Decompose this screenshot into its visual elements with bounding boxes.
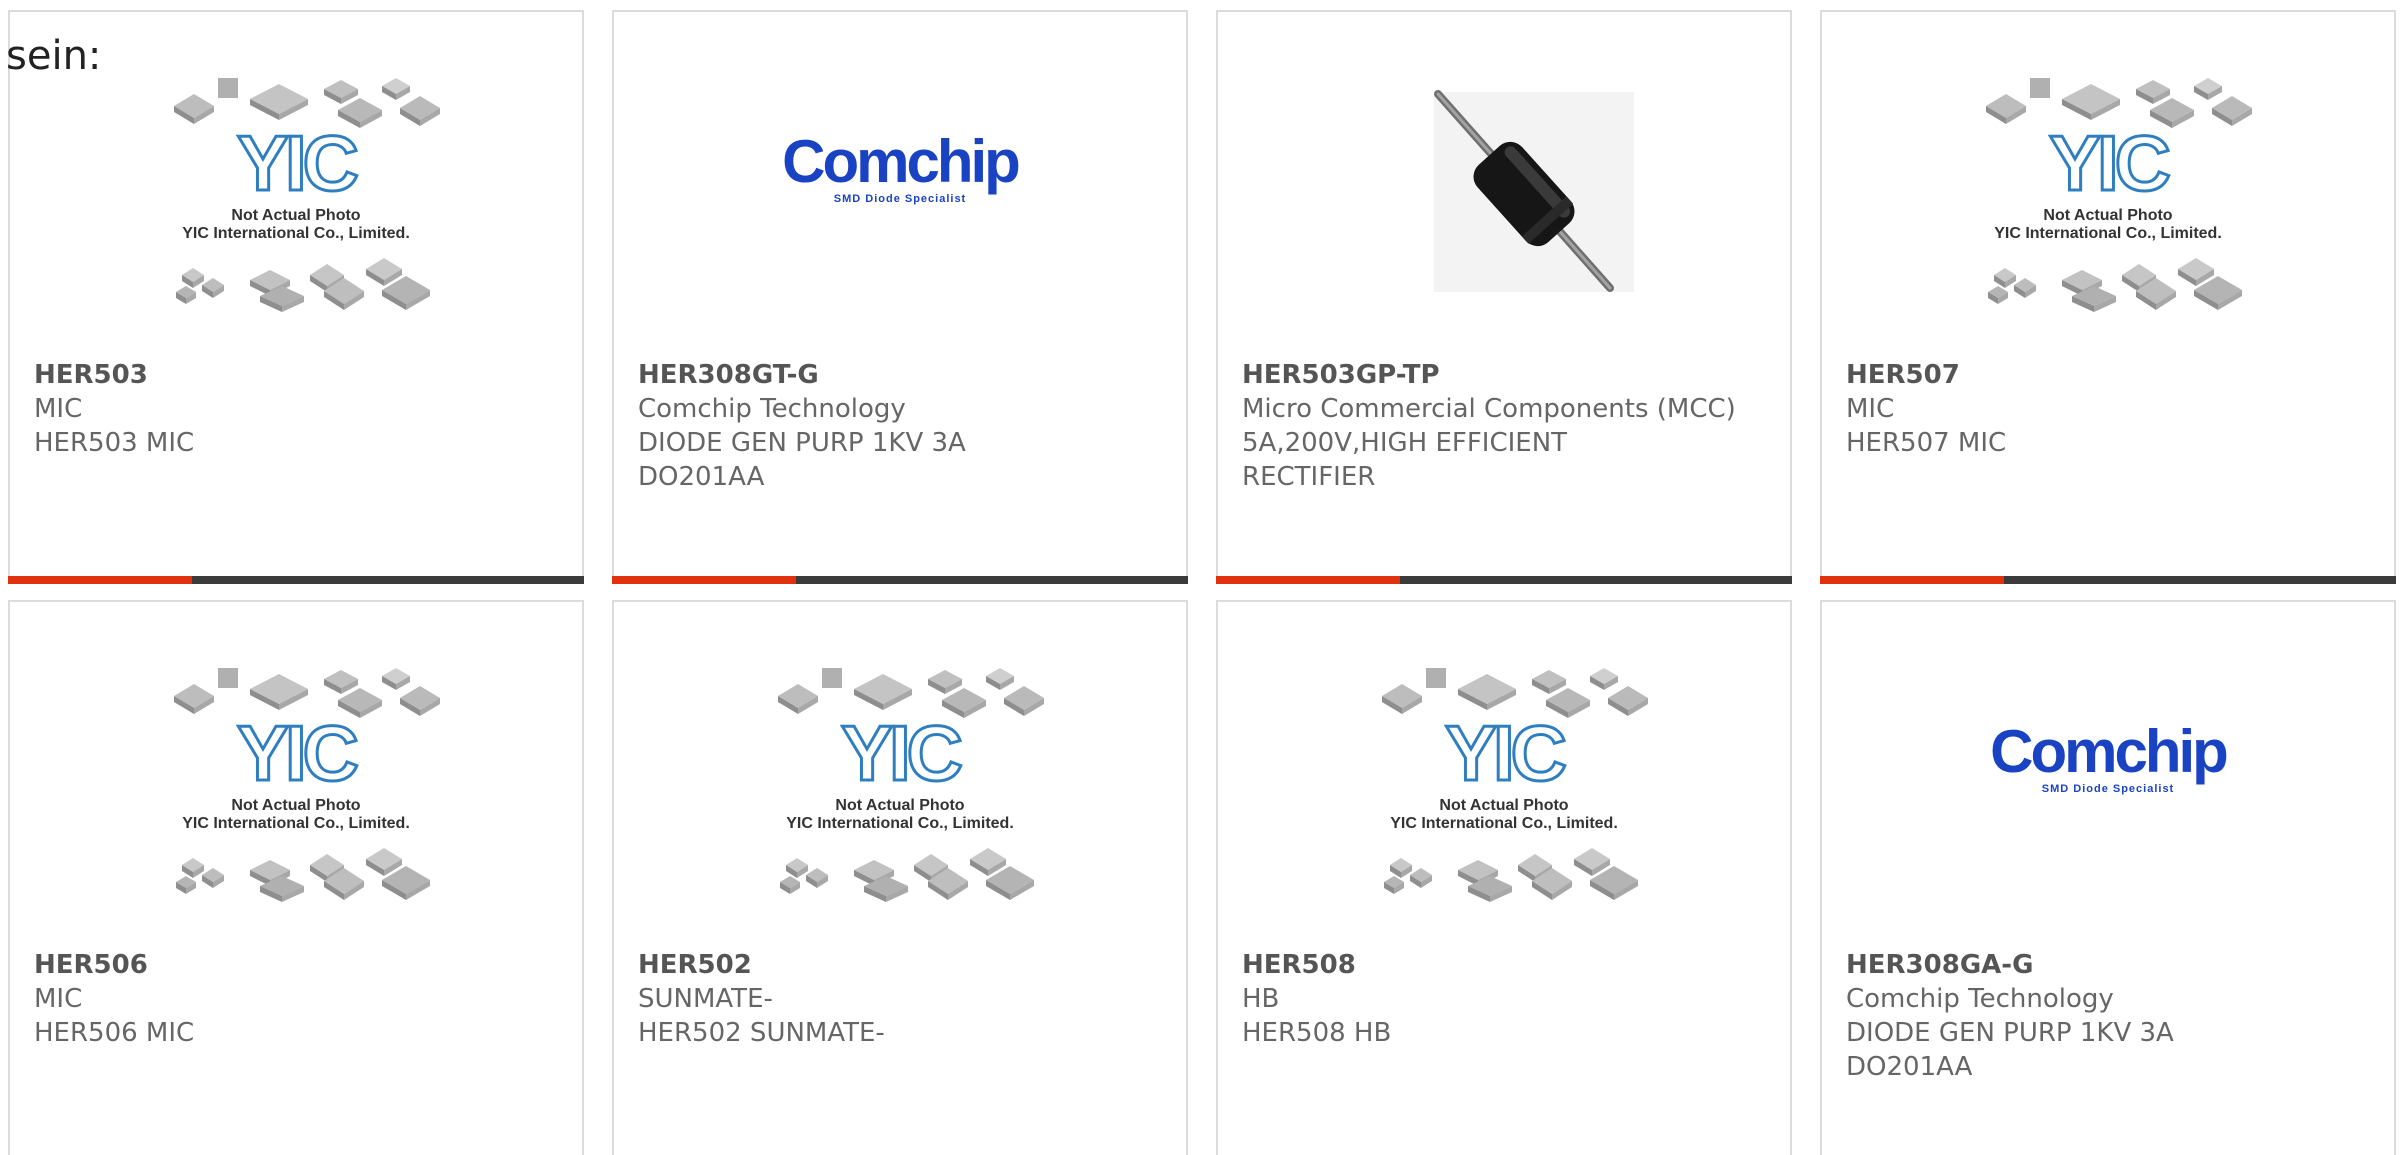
product-description: HER503 MIC: [34, 428, 195, 458]
card-accent-bar: [612, 576, 796, 584]
card-accent-bar: [8, 576, 192, 584]
intro-text: sein:: [6, 33, 102, 79]
svg-text:Not Actual Photo: Not Actual Photo: [1439, 797, 1568, 814]
product-description: HER502 SUNMATE-: [638, 1018, 885, 1048]
product-description: HER508 HB: [1242, 1018, 1392, 1048]
product-description: HER506 MIC: [34, 1018, 195, 1048]
manufacturer-name: Comchip Technology: [638, 394, 906, 424]
card-footer-bar: [1820, 576, 2396, 584]
product-image: Comchip SMD Diode Specialist: [1822, 662, 2394, 942]
product-card[interactable]: Comchip SMD Diode Specialist HER308GA-G …: [1820, 600, 2396, 1155]
product-description: 5A,200V,HIGH EFFICIENT RECTIFIER: [1242, 428, 1568, 492]
manufacturer-name: SUNMATE-: [638, 984, 773, 1014]
product-card[interactable]: HER503GP-TP Micro Commercial Components …: [1216, 10, 1792, 584]
manufacturer-name: Micro Commercial Components (MCC): [1242, 394, 1736, 424]
card-accent-bar: [1820, 576, 2004, 584]
part-number[interactable]: HER502: [638, 948, 1162, 982]
manufacturer-name: HB: [1242, 984, 1280, 1014]
product-grid-page: sein: YIC Not Actual Photo YIC Internati…: [0, 0, 2400, 1155]
part-number[interactable]: HER503: [34, 358, 558, 392]
manufacturer-name: MIC: [34, 394, 83, 424]
svg-text:YIC: YIC: [841, 709, 962, 797]
product-card[interactable]: YIC Not Actual Photo YIC International C…: [612, 600, 1188, 1155]
svg-text:Comchip: Comchip: [1990, 718, 2227, 785]
svg-text:YIC: YIC: [1445, 709, 1566, 797]
product-card[interactable]: YIC Not Actual Photo YIC International C…: [1820, 10, 2396, 584]
product-image: YIC Not Actual Photo YIC International C…: [614, 662, 1186, 942]
part-number[interactable]: HER506: [34, 948, 558, 982]
card-footer-bar: [612, 576, 1188, 584]
yic-placeholder-image: YIC Not Actual Photo YIC International C…: [778, 668, 1044, 902]
axial-diode-photo: [1434, 90, 1634, 292]
manufacturer-name: Comchip Technology: [1846, 984, 2114, 1014]
svg-text:YIC International Co., Limited: YIC International Co., Limited.: [1994, 225, 2222, 242]
product-card[interactable]: YIC Not Actual Photo YIC International C…: [1216, 600, 1792, 1155]
product-card[interactable]: YIC Not Actual Photo YIC International C…: [8, 10, 584, 584]
comchip-logo-image: Comchip SMD Diode Specialist: [782, 128, 1022, 205]
svg-text:YIC International Co., Limited: YIC International Co., Limited.: [786, 815, 1014, 832]
yic-placeholder-image: YIC Not Actual Photo YIC International C…: [1382, 668, 1648, 902]
product-image: YIC Not Actual Photo YIC International C…: [10, 662, 582, 942]
product-description: DIODE GEN PURP 1KV 3A DO201AA: [638, 428, 966, 492]
product-description: DIODE GEN PURP 1KV 3A DO201AA: [1846, 1018, 2174, 1082]
svg-text:YIC International Co., Limited: YIC International Co., Limited.: [1390, 815, 1618, 832]
manufacturer-name: MIC: [34, 984, 83, 1014]
yic-placeholder-image: YIC Not Actual Photo YIC International C…: [174, 668, 440, 902]
svg-text:YIC International Co., Limited: YIC International Co., Limited.: [182, 225, 410, 242]
part-number[interactable]: HER507: [1846, 358, 2370, 392]
product-card[interactable]: YIC Not Actual Photo YIC International C…: [8, 600, 584, 1155]
svg-text:Not Actual Photo: Not Actual Photo: [231, 207, 360, 224]
svg-text:YIC: YIC: [237, 709, 358, 797]
product-image: YIC Not Actual Photo YIC International C…: [1218, 662, 1790, 942]
svg-text:YIC International Co., Limited: YIC International Co., Limited.: [182, 815, 410, 832]
yic-placeholder-image: YIC Not Actual Photo YIC International C…: [1986, 78, 2252, 312]
part-number[interactable]: HER308GT-G: [638, 358, 1162, 392]
svg-text:Not Actual Photo: Not Actual Photo: [2043, 207, 2172, 224]
product-image: [1218, 72, 1790, 352]
part-number[interactable]: HER508: [1242, 948, 1766, 982]
product-description: HER507 MIC: [1846, 428, 2007, 458]
manufacturer-name: MIC: [1846, 394, 1895, 424]
svg-text:Comchip: Comchip: [782, 128, 1019, 195]
svg-text:YIC: YIC: [2049, 119, 2170, 207]
product-image: Comchip SMD Diode Specialist: [614, 72, 1186, 352]
svg-text:Not Actual Photo: Not Actual Photo: [231, 797, 360, 814]
product-card[interactable]: Comchip SMD Diode Specialist HER308GT-G …: [612, 10, 1188, 584]
svg-text:SMD Diode Specialist: SMD Diode Specialist: [2042, 783, 2174, 795]
svg-text:YIC: YIC: [237, 119, 358, 207]
part-number[interactable]: HER308GA-G: [1846, 948, 2370, 982]
svg-text:Not Actual Photo: Not Actual Photo: [835, 797, 964, 814]
product-image: YIC Not Actual Photo YIC International C…: [1822, 72, 2394, 352]
card-accent-bar: [1216, 576, 1400, 584]
comchip-logo-image: Comchip SMD Diode Specialist: [1990, 718, 2230, 795]
yic-placeholder-image: YIC Not Actual Photo YIC International C…: [174, 78, 440, 312]
svg-text:SMD Diode Specialist: SMD Diode Specialist: [834, 193, 966, 205]
part-number[interactable]: HER503GP-TP: [1242, 358, 1766, 392]
card-footer-bar: [8, 576, 584, 584]
card-footer-bar: [1216, 576, 1792, 584]
product-image: YIC Not Actual Photo YIC International C…: [10, 72, 582, 352]
